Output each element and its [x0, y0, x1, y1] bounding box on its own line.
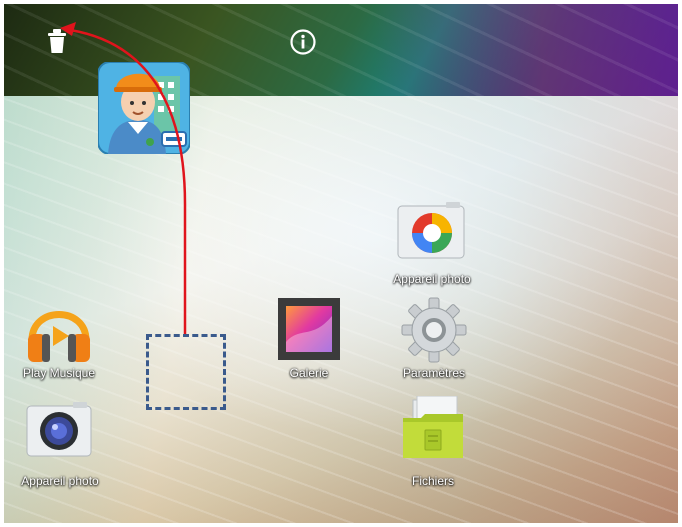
- gallery-icon: [278, 298, 340, 360]
- gear-icon: [401, 297, 467, 363]
- app-play-musique[interactable]: Play Musique: [22, 296, 96, 390]
- camera-color-icon: [397, 202, 465, 259]
- app-label: Galerie: [289, 366, 329, 380]
- app-appareil-photo-bottom[interactable]: Appareil photo: [21, 400, 99, 494]
- app-label: Appareil photo: [393, 272, 471, 286]
- app-appareil-photo-top[interactable]: Appareil photo: [393, 200, 471, 294]
- app-label: Play Musique: [22, 366, 96, 380]
- app-label: Paramètres: [402, 366, 466, 380]
- app-galerie[interactable]: Galerie: [272, 296, 346, 390]
- camera-icon: [26, 402, 92, 457]
- app-label: Fichiers: [411, 474, 455, 488]
- empty-slot-placeholder: [146, 334, 226, 410]
- app-label: Appareil photo: [21, 474, 99, 488]
- app-parametres[interactable]: Paramètres: [396, 296, 472, 390]
- drag-arrow: [60, 22, 187, 334]
- app-fichiers[interactable]: Fichiers: [394, 396, 472, 494]
- home-screen: Appareil photo Play Musique Galerie Para…: [4, 4, 678, 523]
- folder-icon: [403, 396, 463, 458]
- headphones-icon: [28, 311, 90, 362]
